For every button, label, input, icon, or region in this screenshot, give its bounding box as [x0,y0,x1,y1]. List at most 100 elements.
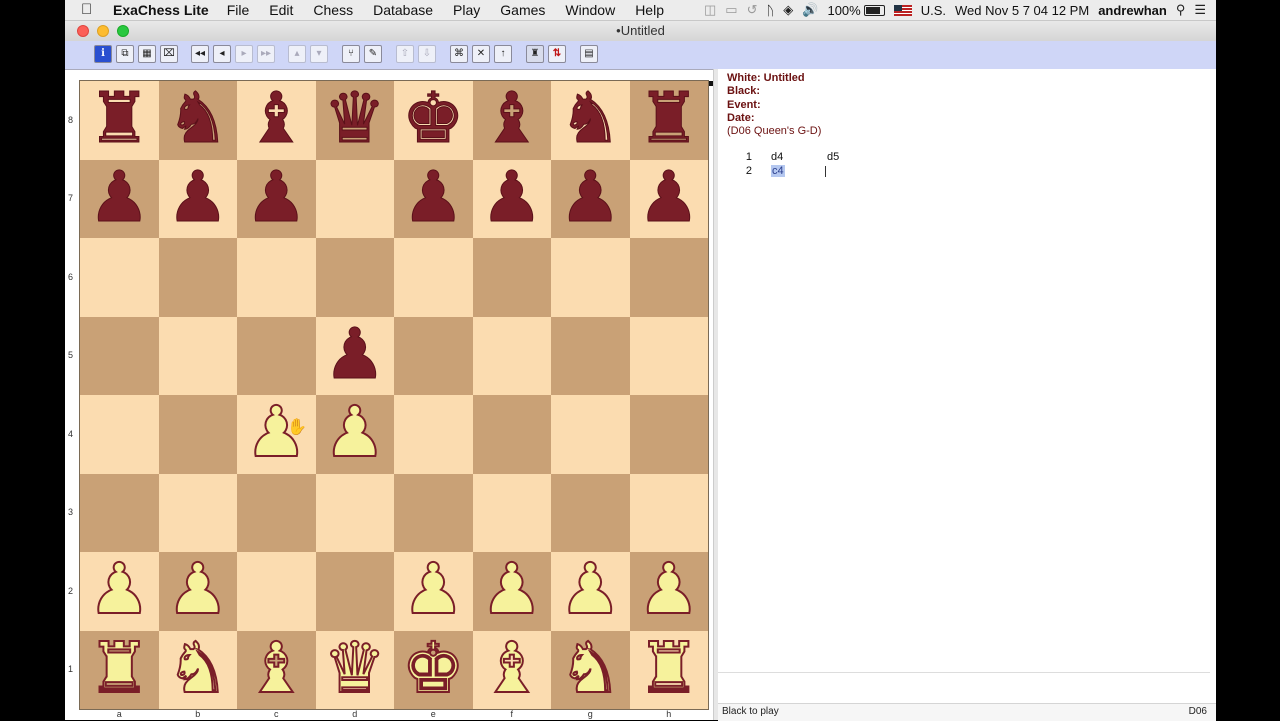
analyze-button[interactable]: ⌘ [450,45,468,63]
square-e4[interactable] [394,395,473,474]
white-header[interactable]: White: Untitled [727,72,805,84]
board-setup-button[interactable]: ▦ [138,45,156,63]
square-d1[interactable]: ♛ [315,630,394,709]
square-g1[interactable]: ♞ [551,630,630,709]
menu-edit[interactable]: Edit [269,2,293,18]
square-f3[interactable] [472,473,551,552]
square-g8[interactable]: ♞ [551,81,630,160]
piece-set-button[interactable]: ♜ [526,45,544,63]
black-pawn-icon[interactable]: ♟ [401,161,465,232]
delete-button[interactable]: ⌧ [160,45,178,63]
event-header[interactable]: Event: [727,99,761,111]
square-c8[interactable]: ♝ [237,81,316,160]
white-pawn-icon[interactable]: ♟ [636,553,701,625]
square-c3[interactable] [237,473,316,552]
square-c1[interactable]: ♝ [237,630,316,709]
black-pawn-icon[interactable]: ♟ [87,161,151,232]
menu-window[interactable]: Window [565,2,615,18]
square-b2[interactable]: ♟ [158,552,237,631]
demote-variation-button[interactable]: ⇩ [418,45,436,63]
square-c5[interactable] [237,316,316,395]
apple-icon[interactable]:  [81,0,99,20]
white-pawn-icon[interactable]: ♟ [165,553,230,625]
screen-sharing-icon[interactable]: ◫ [704,2,716,18]
square-d5[interactable]: ♟ [315,316,394,395]
square-g3[interactable] [551,473,630,552]
previous-move-button[interactable]: ◂ [213,45,231,63]
square-e6[interactable] [394,238,473,317]
square-b8[interactable]: ♞ [158,81,237,160]
black-header[interactable]: Black: [727,85,760,97]
menu-database[interactable]: Database [373,2,433,18]
black-pawn-icon[interactable]: ♟ [166,161,230,232]
square-d2[interactable] [315,552,394,631]
copy-board-button[interactable]: ⧉ [116,45,134,63]
square-f7[interactable]: ♟ [472,159,551,238]
info-button[interactable]: i [94,45,112,63]
black-pawn-icon[interactable]: ♟ [244,161,308,232]
black-pawn-icon[interactable]: ♟ [637,161,701,232]
square-a7[interactable]: ♟ [80,159,159,238]
square-a2[interactable]: ♟ [80,552,159,631]
black-bishop-icon[interactable]: ♝ [480,83,544,154]
black-rook-icon[interactable]: ♜ [87,83,151,154]
square-g2[interactable]: ♟ [551,552,630,631]
square-d4[interactable]: ♟ [315,395,394,474]
square-e7[interactable]: ♟ [394,159,473,238]
white-pawn-icon[interactable]: ♟ [479,553,544,625]
square-a4[interactable] [80,395,159,474]
user-name[interactable]: andrewhan [1098,3,1167,18]
square-a3[interactable] [80,473,159,552]
input-source[interactable]: U.S. [921,3,946,18]
black-knight-icon[interactable]: ♞ [558,83,622,154]
notation-pane[interactable]: White: Untitled Black: Event: Date: (D06… [718,69,1216,672]
square-f1[interactable]: ♝ [472,630,551,709]
time-machine-icon[interactable]: ↺ [747,2,758,18]
flip-board-button[interactable]: ⇅ [548,45,566,63]
square-a1[interactable]: ♜ [80,630,159,709]
square-h1[interactable]: ♜ [629,630,708,709]
black-pawn-icon[interactable]: ♟ [558,161,622,232]
square-f2[interactable]: ♟ [472,552,551,631]
go-button[interactable]: ↑ [494,45,512,63]
square-c6[interactable] [237,238,316,317]
square-a8[interactable]: ♜ [80,81,159,160]
square-f4[interactable] [472,395,551,474]
square-b1[interactable]: ♞ [158,630,237,709]
battery-status[interactable]: 100% [827,3,885,18]
square-e1[interactable]: ♚ [394,630,473,709]
variation-up-button[interactable]: ▴ [288,45,306,63]
last-move-button[interactable]: ▸▸ [257,45,275,63]
black-knight-icon[interactable]: ♞ [166,83,230,154]
us-flag-icon[interactable] [893,4,912,16]
square-e8[interactable]: ♚ [394,81,473,160]
square-h4[interactable] [629,395,708,474]
square-b7[interactable]: ♟ [158,159,237,238]
square-c7[interactable]: ♟ [237,159,316,238]
white-knight-icon[interactable]: ♞ [165,632,230,704]
square-f6[interactable] [472,238,551,317]
white-bishop-icon[interactable]: ♝ [479,632,544,704]
close-window-button[interactable] [77,25,89,37]
square-d3[interactable] [315,473,394,552]
black-pawn-icon[interactable]: ♟ [480,161,544,232]
black-move[interactable]: d5 [827,151,839,163]
notes-button[interactable]: ▤ [580,45,598,63]
square-e3[interactable] [394,473,473,552]
zoom-window-button[interactable] [117,25,129,37]
square-h3[interactable] [629,473,708,552]
comment-field[interactable] [718,672,1210,704]
spotlight-search-icon[interactable]: ⚲ [1176,2,1186,18]
white-queen-icon[interactable]: ♛ [322,632,387,704]
notification-center-icon[interactable]: ☰ [1194,2,1206,18]
menu-file[interactable]: File [227,2,250,18]
menu-play[interactable]: Play [453,2,480,18]
square-d8[interactable]: ♛ [315,81,394,160]
white-pawn-icon[interactable]: ♟ [322,396,387,468]
square-h6[interactable] [629,238,708,317]
square-g4[interactable] [551,395,630,474]
black-pawn-icon[interactable]: ♟ [323,318,387,389]
promote-variation-button[interactable]: ⇧ [396,45,414,63]
square-a6[interactable] [80,238,159,317]
minimize-window-button[interactable] [97,25,109,37]
